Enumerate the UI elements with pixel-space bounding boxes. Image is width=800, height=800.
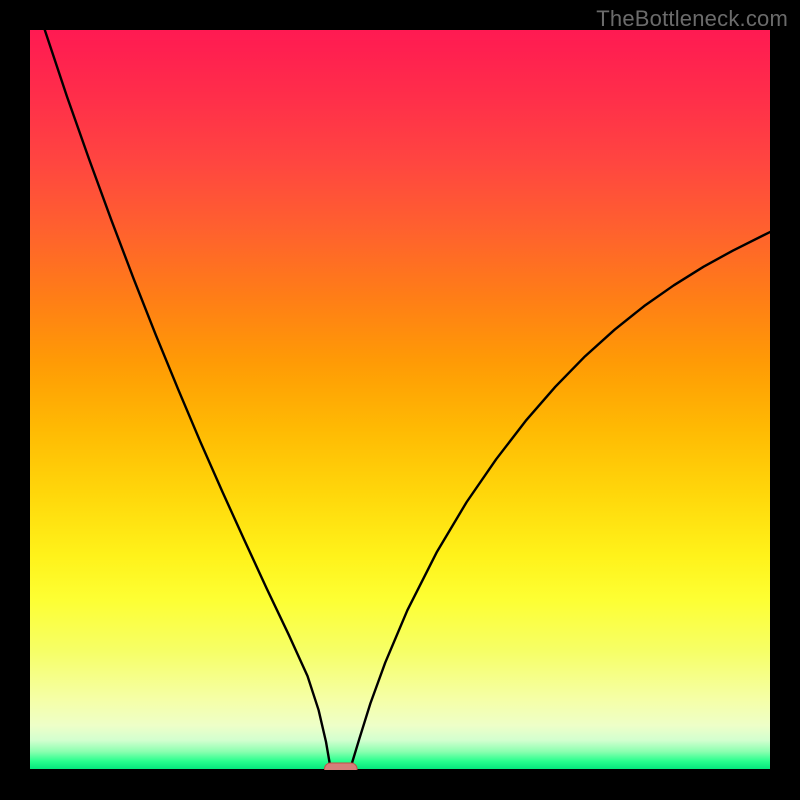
bottleneck-marker [325, 763, 358, 770]
chart-canvas [30, 30, 770, 770]
gradient-background [30, 30, 770, 770]
watermark-text: TheBottleneck.com [596, 6, 788, 32]
chart-frame: TheBottleneck.com [0, 0, 800, 800]
plot-area [30, 30, 770, 770]
